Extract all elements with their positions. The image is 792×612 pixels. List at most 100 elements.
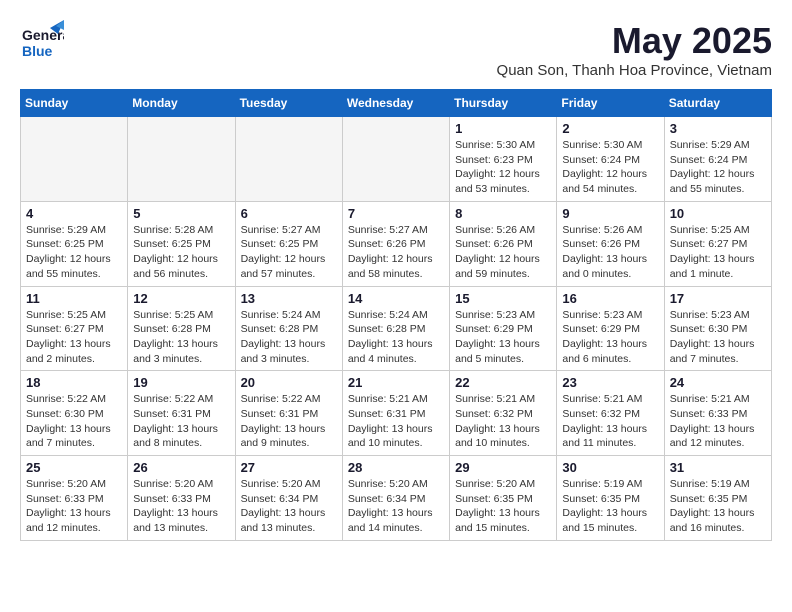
day-detail: Sunrise: 5:27 AM Sunset: 6:26 PM Dayligh…	[348, 223, 444, 282]
day-number: 27	[241, 460, 337, 475]
calendar-day-cell	[128, 117, 235, 202]
day-number: 3	[670, 121, 766, 136]
day-number: 5	[133, 206, 229, 221]
calendar-day-cell: 15Sunrise: 5:23 AM Sunset: 6:29 PM Dayli…	[450, 286, 557, 371]
calendar-day-cell: 2Sunrise: 5:30 AM Sunset: 6:24 PM Daylig…	[557, 117, 664, 202]
day-detail: Sunrise: 5:24 AM Sunset: 6:28 PM Dayligh…	[348, 308, 444, 367]
day-number: 4	[26, 206, 122, 221]
calendar-day-cell: 3Sunrise: 5:29 AM Sunset: 6:24 PM Daylig…	[664, 117, 771, 202]
day-number: 16	[562, 291, 658, 306]
svg-text:Blue: Blue	[22, 43, 53, 59]
day-detail: Sunrise: 5:30 AM Sunset: 6:23 PM Dayligh…	[455, 138, 551, 197]
calendar-day-cell: 27 Sunrise: 5:20 AM Sunset: 6:34 PM Dayli…	[235, 456, 342, 541]
calendar-week-row: 4 Sunrise: 5:29 AM Sunset: 6:25 PM Daylig…	[21, 201, 772, 286]
day-detail: Sunrise: 5:26 AM Sunset: 6:26 PM Dayligh…	[455, 223, 551, 282]
day-number: 11	[26, 291, 122, 306]
weekday-header: Friday	[557, 90, 664, 117]
day-detail: Sunrise: 5:22 AM Sunset: 6:30 PM Dayligh…	[26, 392, 122, 451]
calendar-day-cell: 30 Sunrise: 5:19 AM Sunset: 6:35 PM Dayli…	[557, 456, 664, 541]
weekday-header: Sunday	[21, 90, 128, 117]
calendar-day-cell: 12 Sunrise: 5:25 AM Sunset: 6:28 PM Dayli…	[128, 286, 235, 371]
day-detail: Sunrise: 5:21 AM Sunset: 6:32 PM Dayligh…	[455, 392, 551, 451]
calendar-day-cell: 10 Sunrise: 5:25 AM Sunset: 6:27 PM Dayli…	[664, 201, 771, 286]
weekday-header: Thursday	[450, 90, 557, 117]
calendar-day-cell: 9 Sunrise: 5:26 AM Sunset: 6:26 PM Daylig…	[557, 201, 664, 286]
day-detail: Sunrise: 5:25 AM Sunset: 6:27 PM Dayligh…	[26, 308, 122, 367]
day-detail: Sunrise: 5:24 AM Sunset: 6:28 PM Dayligh…	[241, 308, 337, 367]
day-detail: Sunrise: 5:20 AM Sunset: 6:34 PM Dayligh…	[241, 477, 337, 536]
calendar-day-cell	[235, 117, 342, 202]
calendar-day-cell: 5Sunrise: 5:28 AM Sunset: 6:25 PM Daylig…	[128, 201, 235, 286]
calendar-header-row: SundayMondayTuesdayWednesdayThursdayFrid…	[21, 90, 772, 117]
calendar-day-cell	[21, 117, 128, 202]
day-number: 9	[562, 206, 658, 221]
calendar-day-cell: 19 Sunrise: 5:22 AM Sunset: 6:31 PM Dayli…	[128, 371, 235, 456]
calendar-day-cell	[342, 117, 449, 202]
calendar-day-cell: 29Sunrise: 5:20 AM Sunset: 6:35 PM Dayli…	[450, 456, 557, 541]
day-number: 19	[133, 375, 229, 390]
weekday-header: Wednesday	[342, 90, 449, 117]
logo-icon: General Blue	[20, 20, 64, 64]
calendar-day-cell: 1 Sunrise: 5:30 AM Sunset: 6:23 PM Daylig…	[450, 117, 557, 202]
day-number: 17	[670, 291, 766, 306]
day-number: 26	[133, 460, 229, 475]
day-number: 13	[241, 291, 337, 306]
calendar-day-cell: 14 Sunrise: 5:24 AM Sunset: 6:28 PM Dayli…	[342, 286, 449, 371]
calendar-week-row: 18 Sunrise: 5:22 AM Sunset: 6:30 PM Dayli…	[21, 371, 772, 456]
day-number: 1	[455, 121, 551, 136]
day-number: 8	[455, 206, 551, 221]
calendar-day-cell: 6 Sunrise: 5:27 AM Sunset: 6:25 PM Daylig…	[235, 201, 342, 286]
calendar-week-row: 25Sunrise: 5:20 AM Sunset: 6:33 PM Dayli…	[21, 456, 772, 541]
calendar-day-cell: 25Sunrise: 5:20 AM Sunset: 6:33 PM Dayli…	[21, 456, 128, 541]
day-number: 18	[26, 375, 122, 390]
day-number: 24	[670, 375, 766, 390]
day-detail: Sunrise: 5:29 AM Sunset: 6:25 PM Dayligh…	[26, 223, 122, 282]
day-detail: Sunrise: 5:23 AM Sunset: 6:29 PM Dayligh…	[455, 308, 551, 367]
day-detail: Sunrise: 5:30 AM Sunset: 6:24 PM Dayligh…	[562, 138, 658, 197]
day-detail: Sunrise: 5:26 AM Sunset: 6:26 PM Dayligh…	[562, 223, 658, 282]
calendar-week-row: 11 Sunrise: 5:25 AM Sunset: 6:27 PM Dayli…	[21, 286, 772, 371]
calendar-body: 1 Sunrise: 5:30 AM Sunset: 6:23 PM Daylig…	[21, 117, 772, 541]
day-detail: Sunrise: 5:19 AM Sunset: 6:35 PM Dayligh…	[562, 477, 658, 536]
day-number: 6	[241, 206, 337, 221]
calendar-day-cell: 13 Sunrise: 5:24 AM Sunset: 6:28 PM Dayli…	[235, 286, 342, 371]
day-detail: Sunrise: 5:25 AM Sunset: 6:28 PM Dayligh…	[133, 308, 229, 367]
day-detail: Sunrise: 5:20 AM Sunset: 6:33 PM Dayligh…	[26, 477, 122, 536]
day-number: 12	[133, 291, 229, 306]
calendar-day-cell: 26 Sunrise: 5:20 AM Sunset: 6:33 PM Dayli…	[128, 456, 235, 541]
calendar-day-cell: 7 Sunrise: 5:27 AM Sunset: 6:26 PM Daylig…	[342, 201, 449, 286]
weekday-header: Monday	[128, 90, 235, 117]
day-number: 10	[670, 206, 766, 221]
calendar-day-cell: 28Sunrise: 5:20 AM Sunset: 6:34 PM Dayli…	[342, 456, 449, 541]
calendar-day-cell: 8 Sunrise: 5:26 AM Sunset: 6:26 PM Daylig…	[450, 201, 557, 286]
calendar-title-area: May 2025 Quan Son, Thanh Hoa Province, V…	[497, 20, 772, 79]
calendar-day-cell: 23Sunrise: 5:21 AM Sunset: 6:32 PM Dayli…	[557, 371, 664, 456]
day-number: 29	[455, 460, 551, 475]
calendar-day-cell: 31Sunrise: 5:19 AM Sunset: 6:35 PM Dayli…	[664, 456, 771, 541]
calendar-day-cell: 24 Sunrise: 5:21 AM Sunset: 6:33 PM Dayli…	[664, 371, 771, 456]
calendar-subtitle: Quan Son, Thanh Hoa Province, Vietnam	[497, 62, 772, 79]
day-number: 30	[562, 460, 658, 475]
weekday-header: Saturday	[664, 90, 771, 117]
day-detail: Sunrise: 5:22 AM Sunset: 6:31 PM Dayligh…	[133, 392, 229, 451]
calendar-table: SundayMondayTuesdayWednesdayThursdayFrid…	[20, 89, 772, 541]
day-detail: Sunrise: 5:23 AM Sunset: 6:30 PM Dayligh…	[670, 308, 766, 367]
calendar-day-cell: 18 Sunrise: 5:22 AM Sunset: 6:30 PM Dayli…	[21, 371, 128, 456]
day-detail: Sunrise: 5:19 AM Sunset: 6:35 PM Dayligh…	[670, 477, 766, 536]
calendar-day-cell: 20 Sunrise: 5:22 AM Sunset: 6:31 PM Dayli…	[235, 371, 342, 456]
page-header: General Blue May 2025 Quan Son, Thanh Ho…	[20, 20, 772, 79]
day-number: 22	[455, 375, 551, 390]
day-number: 7	[348, 206, 444, 221]
day-number: 20	[241, 375, 337, 390]
day-detail: Sunrise: 5:21 AM Sunset: 6:33 PM Dayligh…	[670, 392, 766, 451]
day-detail: Sunrise: 5:27 AM Sunset: 6:25 PM Dayligh…	[241, 223, 337, 282]
day-number: 23	[562, 375, 658, 390]
day-detail: Sunrise: 5:20 AM Sunset: 6:33 PM Dayligh…	[133, 477, 229, 536]
day-number: 21	[348, 375, 444, 390]
logo: General Blue	[20, 20, 64, 64]
day-detail: Sunrise: 5:25 AM Sunset: 6:27 PM Dayligh…	[670, 223, 766, 282]
day-detail: Sunrise: 5:22 AM Sunset: 6:31 PM Dayligh…	[241, 392, 337, 451]
day-number: 14	[348, 291, 444, 306]
weekday-header: Tuesday	[235, 90, 342, 117]
day-number: 28	[348, 460, 444, 475]
